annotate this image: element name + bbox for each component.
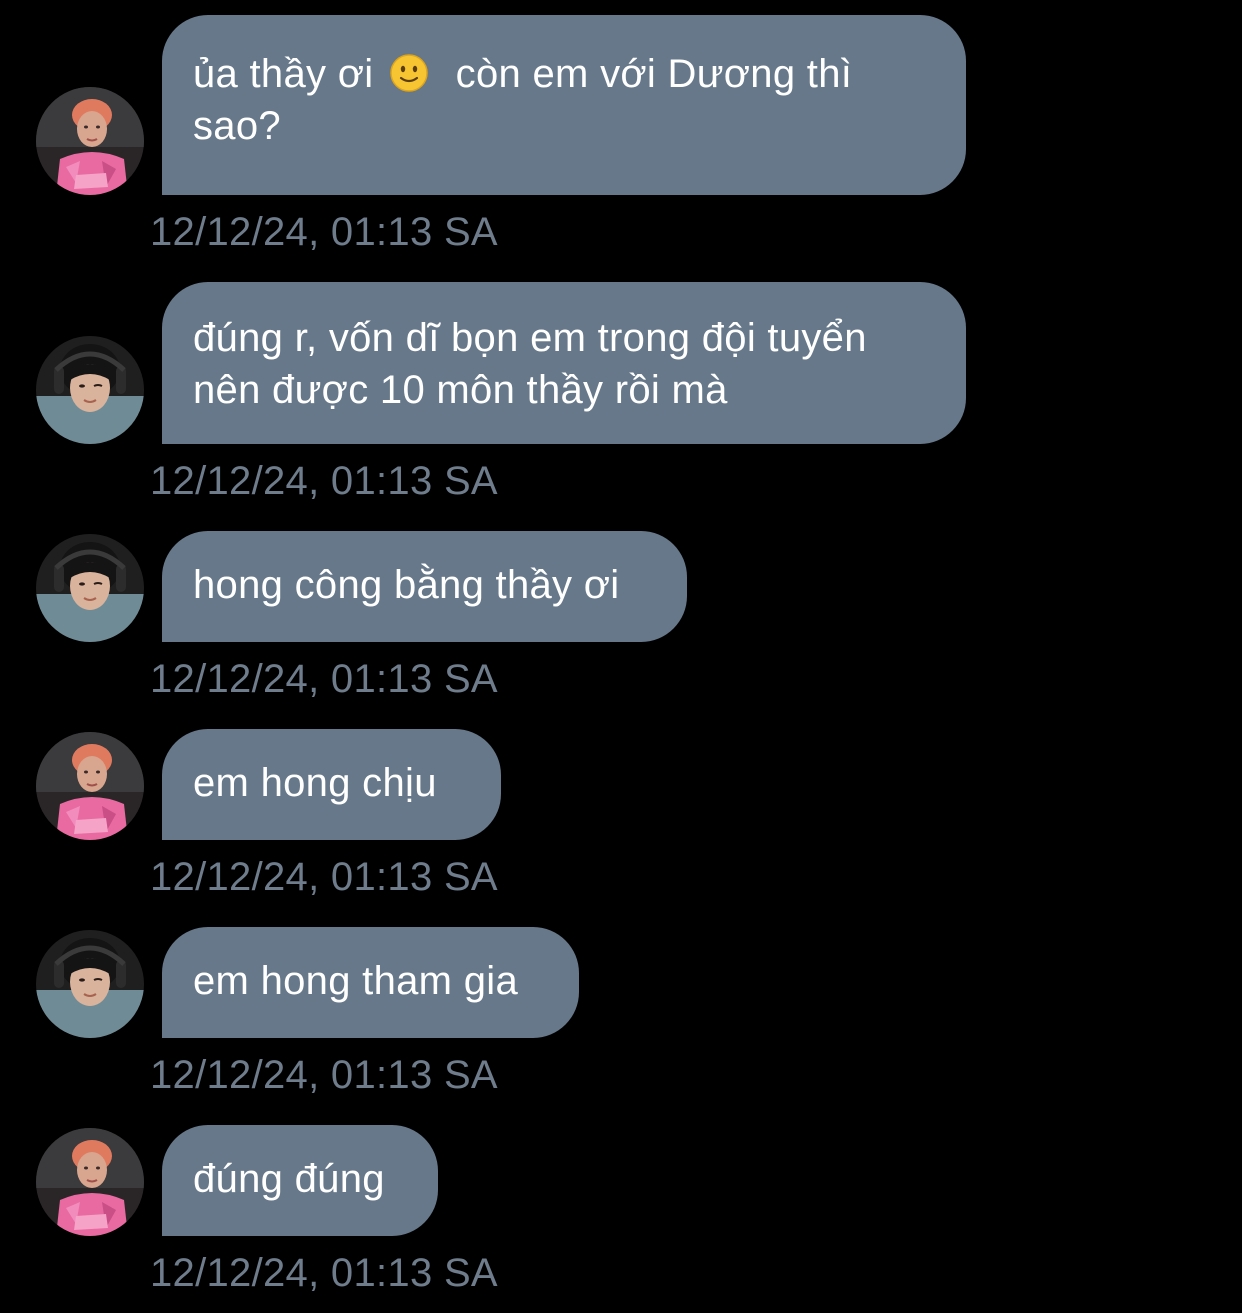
message-timestamp: 12/12/24, 01:13 SA	[150, 855, 498, 899]
avatar[interactable]	[36, 732, 144, 840]
avatar[interactable]	[36, 1128, 144, 1236]
message-timestamp: 12/12/24, 01:13 SA	[150, 1251, 498, 1295]
avatar-image	[36, 336, 144, 444]
message-text: ủa thầy ơi	[193, 52, 385, 96]
message-timestamp: 12/12/24, 01:13 SA	[150, 1053, 498, 1097]
avatar[interactable]	[36, 87, 144, 195]
message-bubble[interactable]: em hong tham gia	[162, 927, 579, 1038]
message-bubble[interactable]: em hong chịu	[162, 729, 501, 840]
message-timestamp: 12/12/24, 01:13 SA	[150, 657, 498, 701]
message-timestamp: 12/12/24, 01:13 SA	[150, 459, 498, 503]
avatar-image	[36, 732, 144, 840]
avatar[interactable]	[36, 930, 144, 1038]
avatar[interactable]	[36, 534, 144, 642]
message-bubble[interactable]: đúng r, vốn dĩ bọn em trong đội tuyển nê…	[162, 282, 966, 444]
avatar-image	[36, 930, 144, 1038]
avatar-image	[36, 1128, 144, 1236]
message-bubble[interactable]: đúng đúng	[162, 1125, 438, 1236]
slightly-smiling-face-icon	[390, 54, 428, 92]
message-timestamp: 12/12/24, 01:13 SA	[150, 210, 498, 254]
avatar-image	[36, 534, 144, 642]
message-bubble[interactable]: hong công bằng thầy ơi	[162, 531, 687, 642]
avatar[interactable]	[36, 336, 144, 444]
message-bubble[interactable]: ủa thầy ơi còn em với Dương thì sao?	[162, 15, 966, 195]
chat-message-list[interactable]: ủa thầy ơi còn em với Dương thì sao? 12/…	[0, 0, 1242, 1313]
avatar-image	[36, 87, 144, 195]
